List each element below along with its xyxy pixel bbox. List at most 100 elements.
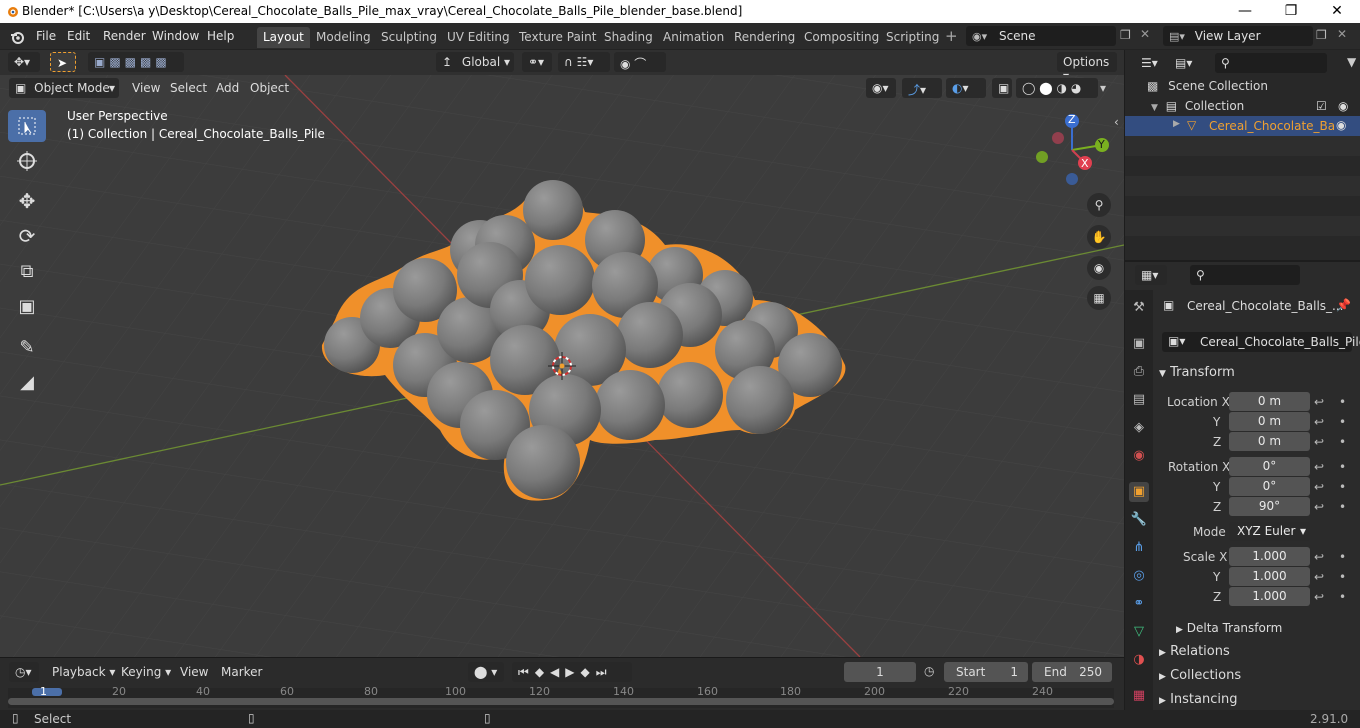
camera-view-icon[interactable]: ◉ [1087, 256, 1111, 280]
eye-icon[interactable]: ◉ [1336, 118, 1346, 132]
location-y-field[interactable]: 0 m [1229, 412, 1310, 431]
ortho-grid-icon[interactable]: ▦ [1087, 286, 1111, 310]
lock-icon[interactable]: ↩ [1314, 570, 1324, 584]
world-tab-icon[interactable]: ◉ [1129, 446, 1149, 466]
menu-render[interactable]: Render [103, 29, 146, 43]
zoom-icon[interactable]: ⚲ [1087, 193, 1111, 217]
playhead[interactable] [32, 688, 62, 696]
menu-window[interactable]: Window [152, 29, 199, 43]
add-workspace-icon[interactable]: + [945, 27, 958, 45]
outliner-row-object[interactable]: ▶ ▽ Cereal_Chocolate_Ba ◉ [1125, 116, 1360, 136]
keyframe-dot-icon[interactable]: • [1339, 500, 1346, 514]
rotate-tool[interactable]: ⟳ [8, 220, 46, 252]
scale-x-field[interactable]: 1.000 [1229, 547, 1310, 566]
shading-mode-group[interactable]: ◯ ⬤ ◑ ◕ [1016, 78, 1098, 98]
properties-search-input[interactable]: ⚲ [1190, 265, 1300, 285]
delete-view-layer-icon[interactable]: ✕ [1337, 27, 1347, 41]
menu-file[interactable]: File [36, 29, 56, 43]
outliner-display-mode[interactable]: ▤▾ [1169, 53, 1199, 73]
shading-options-chevron-icon[interactable]: ▾ [1100, 81, 1106, 95]
pivot-point-button[interactable]: ⚭▾ [522, 52, 552, 72]
proportional-editing-button[interactable]: ◉ ⌒ [614, 52, 666, 72]
rotation-z-field[interactable]: 90° [1229, 497, 1310, 516]
tab-modeling[interactable]: Modeling [310, 27, 377, 48]
scene-tab-icon[interactable]: ◈ [1129, 418, 1149, 438]
rotation-mode-select[interactable]: XYZ Euler ▾ [1229, 522, 1310, 541]
transform-orientation-select[interactable]: ↥ Global ▾ [436, 52, 514, 72]
playback-controls[interactable]: ⏮◆◀▶◆⏭ [512, 662, 632, 682]
overlays-toggle[interactable]: ◐▾ [946, 78, 986, 98]
visibility-dropdown[interactable]: ◉▾ [866, 78, 896, 98]
menu-help[interactable]: Help [207, 29, 234, 43]
annotate-tool[interactable]: ✎ [8, 331, 46, 363]
object-mode-select[interactable]: ▣ Object Mode ▾ [9, 78, 119, 98]
keyframe-dot-icon[interactable]: • [1339, 460, 1346, 474]
timeline-menu-playback[interactable]: Playback ▾ [46, 662, 121, 682]
viewport-menu-add[interactable]: Add [210, 78, 245, 98]
start-frame-field[interactable]: Start 1 [944, 662, 1028, 682]
scene-selector[interactable]: ◉▾ Scene [966, 26, 1116, 46]
tab-uv-editing[interactable]: UV Editing [441, 27, 516, 48]
viewport-menu-view[interactable]: View [126, 78, 166, 98]
measure-tool[interactable]: ◢ [8, 366, 46, 398]
rotation-y-field[interactable]: 0° [1229, 477, 1310, 496]
material-tab-icon[interactable]: ◑ [1129, 650, 1149, 670]
lock-icon[interactable]: ↩ [1314, 395, 1324, 409]
keyframe-dot-icon[interactable]: • [1339, 570, 1346, 584]
viewport-menu-object[interactable]: Object [244, 78, 295, 98]
rotation-x-field[interactable]: 0° [1229, 457, 1310, 476]
lock-icon[interactable]: ↩ [1314, 590, 1324, 604]
active-tool-indicator[interactable]: ➤ [50, 52, 76, 72]
close-window-button[interactable]: ✕ [1314, 0, 1360, 23]
tab-layout[interactable]: Layout [257, 27, 310, 48]
data-tab-icon[interactable]: ▽ [1129, 622, 1149, 642]
object-tab-icon[interactable]: ▣ [1129, 482, 1149, 502]
options-dropdown[interactable]: Options ▾ [1057, 52, 1117, 83]
timeline-ruler[interactable]: 1 20 40 60 80 100 120 140 160 180 200 22… [8, 685, 1114, 708]
select-box-tool[interactable] [8, 110, 46, 142]
lock-icon[interactable]: ↩ [1314, 460, 1324, 474]
modifier-wrench-icon[interactable]: 🔧 [1129, 510, 1149, 530]
3d-viewport[interactable]: Z Y X ⚲ ✋ ◉ ▦ User Perspective (1) Colle… [0, 75, 1124, 657]
delta-transform-section[interactable]: ▶ Delta Transform [1176, 621, 1282, 635]
lock-icon[interactable]: ↩ [1314, 500, 1324, 514]
pan-hand-icon[interactable]: ✋ [1087, 225, 1111, 249]
end-frame-field[interactable]: End 250 [1032, 662, 1112, 682]
keyframe-dot-icon[interactable]: • [1339, 590, 1346, 604]
view-layer-selector[interactable]: ▤▾ View Layer [1163, 26, 1313, 46]
location-x-field[interactable]: 0 m [1229, 392, 1310, 411]
render-tab-icon[interactable]: ▣ [1129, 334, 1149, 354]
outliner-search-input[interactable]: ⚲ [1215, 53, 1327, 73]
xray-toggle[interactable]: ▣ [992, 78, 1012, 98]
keyframe-dot-icon[interactable]: • [1339, 415, 1346, 429]
instancing-section[interactable]: ▶ Instancing [1159, 692, 1237, 707]
outliner-editor-type[interactable]: ☰▾ [1135, 53, 1165, 73]
keyframe-dot-icon[interactable]: • [1339, 435, 1346, 449]
new-scene-icon[interactable]: ❐ [1120, 28, 1131, 42]
viewport-menu-select[interactable]: Select [164, 78, 213, 98]
selection-mode-group[interactable]: ▣▩▩▩▩ [88, 52, 184, 72]
tab-shading[interactable]: Shading [598, 27, 659, 48]
snapping-button[interactable]: ∩ ☷▾ [558, 52, 610, 72]
timeline-menu-marker[interactable]: Marker [215, 662, 268, 682]
tab-sculpting[interactable]: Sculpting [375, 27, 443, 48]
gizmo-toggle[interactable]: ⤴▾ [902, 78, 942, 98]
sidebar-toggle-chevron-icon[interactable]: ‹ [1114, 115, 1119, 129]
filter-icon[interactable]: ▼ [1347, 55, 1356, 69]
relations-section[interactable]: ▶ Relations [1159, 644, 1230, 659]
tab-animation[interactable]: Animation [657, 27, 730, 48]
auto-keying-toggle[interactable]: ⬤ ▾ [468, 662, 504, 682]
blender-menu-icon[interactable] [9, 29, 25, 48]
stopwatch-icon[interactable]: ◷ [924, 664, 934, 678]
keyframe-dot-icon[interactable]: • [1339, 550, 1346, 564]
timeline-menu-keying[interactable]: Keying ▾ [115, 662, 177, 682]
keyframe-dot-icon[interactable]: • [1339, 395, 1346, 409]
checkbox-icon[interactable]: ☑ [1316, 99, 1327, 113]
move-tool[interactable]: ✥ [8, 185, 46, 217]
lock-icon[interactable]: ↩ [1314, 550, 1324, 564]
properties-editor-type[interactable]: ▦▾ [1135, 265, 1167, 285]
lock-icon[interactable]: ↩ [1314, 480, 1324, 494]
cursor-tool[interactable] [8, 145, 46, 177]
physics-tab-icon[interactable]: ◎ [1129, 566, 1149, 586]
tab-scripting[interactable]: Scripting [880, 27, 945, 48]
